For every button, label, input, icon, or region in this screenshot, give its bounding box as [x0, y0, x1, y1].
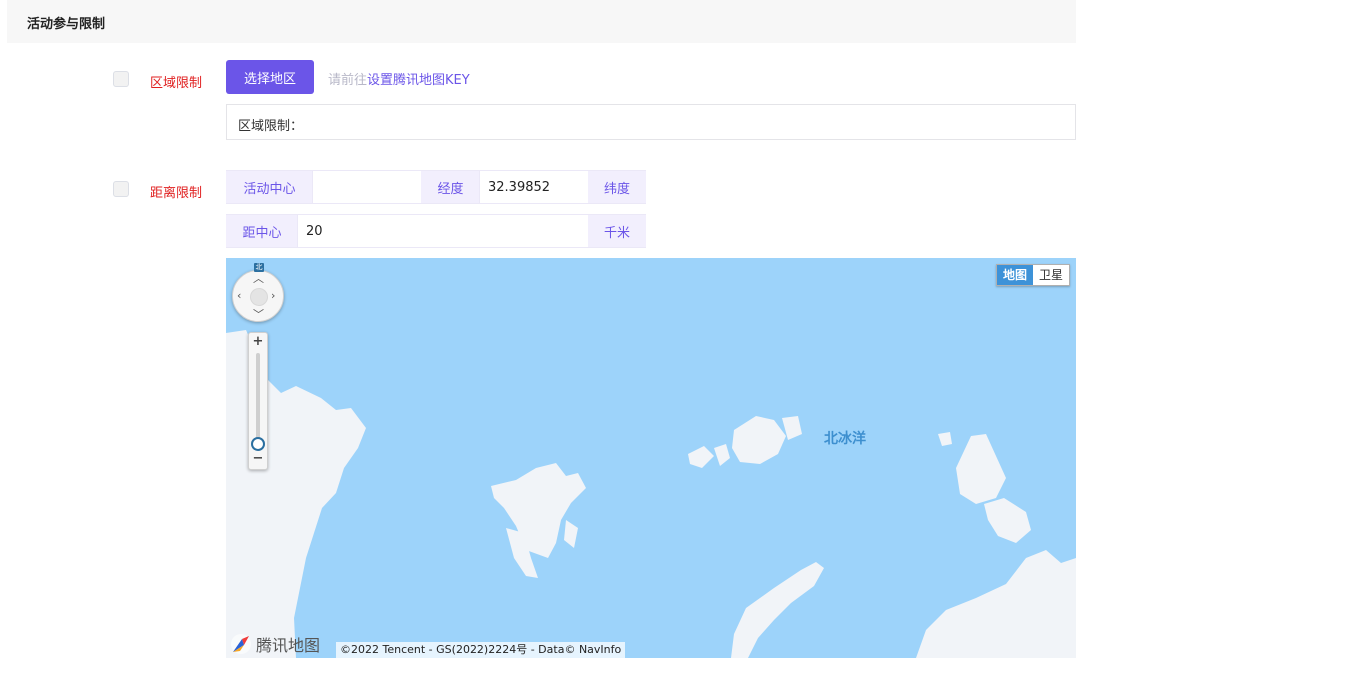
map-type-satellite[interactable]: 卫星 [1032, 265, 1069, 285]
tencent-map[interactable]: ︿ ﹀ ‹ › 北 + − 地图 卫星 北冰洋 腾讯地图 ©2022 Tence… [226, 258, 1076, 658]
pan-left-icon[interactable]: ‹ [237, 290, 241, 301]
tencent-map-brand: 腾讯地图 [230, 632, 320, 656]
compass-north-icon: 北 [254, 263, 264, 272]
latitude-label: 纬度 [588, 170, 646, 204]
pan-up-icon[interactable]: ︿ [253, 273, 264, 284]
tencent-map-logo-icon [231, 634, 251, 654]
map-pan-control[interactable]: ︿ ﹀ ‹ › [232, 270, 284, 322]
franz-josef-west [688, 446, 714, 468]
map-key-hint: 请前往设置腾讯地图KEY [328, 69, 470, 88]
map-key-link[interactable]: 设置腾讯地图KEY [367, 73, 470, 88]
tencent-map-brand-text: 腾讯地图 [256, 636, 321, 655]
section-title: 活动参与限制 [27, 17, 106, 32]
distance-limit-label: 距离限制 [150, 186, 203, 201]
pan-right-icon[interactable]: › [271, 290, 275, 301]
severnaya-zemlya-north [956, 434, 1006, 504]
select-region-button[interactable]: 选择地区 [226, 60, 314, 94]
eastern-islet [938, 432, 952, 446]
longitude-label: 经度 [421, 170, 480, 204]
map-copyright: ©2022 Tencent - GS(2022)2224号 - Data© Na… [336, 642, 626, 658]
map-terrain [226, 330, 1076, 658]
longitude-input[interactable]: 32.39852 [479, 170, 589, 204]
region-restriction-text: 区域限制： [238, 119, 304, 134]
activity-center-input[interactable] [312, 170, 422, 204]
franz-josef-central [732, 416, 786, 464]
radius-input[interactable]: 20 [297, 214, 589, 248]
zoom-out-button[interactable]: − [249, 452, 267, 466]
map-type-switch[interactable]: 地图 卫星 [995, 264, 1070, 286]
region-limit-checkbox[interactable] [113, 71, 129, 87]
activity-center-label: 活动中心 [226, 170, 313, 204]
section-header: 活动参与限制 [7, 0, 1076, 43]
region-limit-label: 区域限制 [150, 76, 203, 91]
radius-unit-label: 千米 [588, 214, 646, 248]
region-restriction-display: 区域限制： [226, 104, 1076, 140]
zoom-track[interactable] [256, 353, 260, 449]
radius-label: 距中心 [226, 214, 298, 248]
novaya-zemlya [731, 562, 824, 658]
map-type-map[interactable]: 地图 [996, 265, 1033, 285]
map-zoom-control[interactable]: + − [248, 332, 268, 470]
zoom-slider-handle[interactable] [251, 437, 265, 451]
svalbard-islet [564, 520, 578, 548]
pan-down-icon[interactable]: ﹀ [253, 309, 264, 320]
franz-josef-small [714, 444, 730, 466]
siberian-mainland [916, 550, 1076, 658]
arctic-ocean-label: 北冰洋 [824, 431, 866, 447]
map-key-hint-prefix: 请前往 [328, 73, 368, 88]
pan-center[interactable] [250, 288, 268, 306]
zoom-in-button[interactable]: + [249, 335, 267, 349]
distance-limit-checkbox[interactable] [113, 181, 129, 197]
western-landmass [226, 330, 366, 658]
severnaya-zemlya-south [984, 498, 1031, 543]
